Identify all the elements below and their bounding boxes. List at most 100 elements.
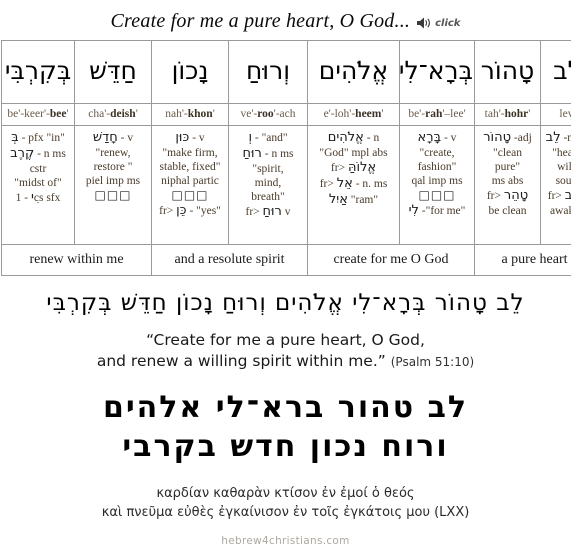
gloss-row: a pure heartcreate for me O Godand a res… — [2, 245, 571, 276]
parsing-annotation: - pfx "in" — [22, 132, 65, 144]
parsing-lines: כּוּן - v"make firm,stable, fixed"niphal… — [154, 130, 226, 219]
greek-line-1: καρδίαν καθαρὰν κτίσον ἐν ἐμοί ὁ θεός — [0, 485, 571, 504]
hebrew-word-cell[interactable]: בְּקִרְבִּי — [2, 41, 75, 104]
parsing-line: fr> לָבַב — [543, 188, 571, 204]
hebrew-word-cell[interactable]: לֵב — [541, 41, 571, 104]
hebrew-verse-pointed: לֵב טָהוֹר בְּרָא־לִי אֱלֹהִים וְרוּחַ נ… — [0, 276, 571, 320]
parsing-cell: לֵב -n ms"heart,will,soul"fr> לָבַבawake… — [541, 126, 571, 245]
transliteration-cell: e'-loh'-heem' — [308, 104, 400, 126]
hebrew-word-cell[interactable]: וְרוּחַ — [229, 41, 308, 104]
hebrew-big-line-2: ורוח נכון חדש בקרבי — [0, 427, 571, 467]
transliteration-cell: nah'-khon' — [152, 104, 229, 126]
parsing-cell: כּוּן - v"make firm,stable, fixed"niphal… — [152, 126, 229, 245]
parsing-line: pure" — [477, 160, 538, 174]
translit-prefix: nah'- — [165, 108, 188, 120]
gloss-cell: renew within me — [2, 245, 152, 276]
parsing-lines: אֱלֹהִים - n"God" mpl absfr> אֱלוֹהַּfr>… — [310, 130, 397, 207]
scripture-reference: (Psalm 51:10) — [391, 355, 474, 369]
parsing-annotation: - n — [367, 132, 379, 144]
translit-stress: deish — [110, 108, 136, 120]
parsing-lines: בָּרָא - v"create,fashion"qal imp ms□□□ל… — [402, 130, 472, 219]
parsing-line: וְ - "and" — [231, 130, 305, 146]
transliteration-row: lev'tah'-hohr'be'-rah'–lee'e'-loh'-heem'… — [2, 104, 571, 126]
parsing-line: "midst of" — [4, 176, 72, 190]
parsing-line: cstr — [4, 162, 72, 176]
parsing-line: □□□ — [77, 188, 149, 203]
site-footer: hebrew4christians.com — [0, 523, 571, 547]
parsing-annotation: - v — [121, 132, 133, 144]
missing-glyph-boxes: □□□ — [94, 188, 131, 202]
translit-prefix: be'-keer'- — [7, 108, 49, 120]
parsing-line: □□□ — [154, 188, 226, 203]
parsing-hebrew-form: וְ — [248, 130, 252, 145]
parsing-line: piel imp ms — [77, 174, 149, 188]
missing-glyph-boxes: □□□ — [418, 188, 455, 202]
parsing-line: בְּ - pfx "in" — [4, 130, 72, 146]
greek-septuagint-text: καρδίαν καθαρὰν κτίσον ἐν ἐμοί ὁ θεός κα… — [0, 473, 571, 523]
translit-suffix: ' — [66, 108, 68, 120]
hebrew-word-cell[interactable]: טָהוֹר — [475, 41, 541, 104]
parsing-hebrew-form: כֵּן — [176, 203, 186, 218]
parsing-hebrew-form: טָהוֹר — [483, 130, 511, 145]
translit-suffix: '–lee' — [442, 108, 465, 120]
parsing-line: לֵב -n ms — [543, 130, 571, 146]
translit-suffix: ' — [381, 108, 383, 120]
hebrew-word-row: לֵבטָהוֹרבְּרָא־לִיאֱלֹהִיםוְרוּחַנָכוֹן… — [2, 41, 571, 104]
transliteration-cell: be'-rah'–lee' — [400, 104, 475, 126]
parsing-line: חָדַשׁ - v — [77, 130, 149, 146]
parsing-line: qal imp ms — [402, 174, 472, 188]
translit-stress: heem — [355, 108, 381, 120]
parsing-from-marker: fr> — [245, 206, 259, 218]
hebrew-word-cell[interactable]: נָכוֹן — [152, 41, 229, 104]
translit-suffix: ' — [136, 108, 138, 120]
parsing-annotation: - n. ms — [356, 178, 388, 190]
hebrew-word-cell[interactable]: בְּרָא־לִי — [400, 41, 475, 104]
parsing-hebrew-form: רוּחַ — [243, 146, 262, 161]
parsing-line: awaken — [543, 204, 571, 218]
parsing-line: קֶרֶב - n ms — [4, 146, 72, 162]
parsing-line: בָּרָא - v — [402, 130, 472, 146]
word-parsing-table: לֵבטָהוֹרבְּרָא־לִיאֱלֹהִיםוְרוּחַנָכוֹן… — [1, 40, 571, 276]
parsing-line: "heart, — [543, 146, 571, 160]
english-line-2: and renew a willing spirit within me.” — [97, 352, 386, 370]
parsing-cell: חָדַשׁ - v"renew,restore "piel imp ms□□□ — [75, 126, 152, 245]
parsing-line: "renew, — [77, 146, 149, 160]
parsing-hebrew-form: חָדַשׁ — [93, 130, 118, 145]
parsing-cell: אֱלֹהִים - n"God" mpl absfr> אֱלוֹהַּfr>… — [308, 126, 400, 245]
click-label: click — [435, 18, 460, 29]
parsing-annotation: -n ms — [563, 132, 571, 144]
parsing-hebrew-form: אֵל — [337, 176, 353, 191]
parsing-line: טָהוֹר -adj — [477, 130, 538, 146]
parsing-line: niphal partic — [154, 174, 226, 188]
transliteration-cell: cha'-deish' — [75, 104, 152, 126]
parsing-line: fr> רוּחַ v — [231, 204, 305, 220]
audio-play-control[interactable]: click — [416, 16, 460, 30]
parsing-line: □□□ — [402, 188, 472, 203]
transliteration-cell: lev' — [541, 104, 571, 126]
parsing-annotation: - v — [192, 132, 204, 144]
translit-stress: rah — [425, 108, 442, 120]
parsing-cell: בְּ - pfx "in"קֶרֶב - n mscstr"midst of"… — [2, 126, 75, 245]
translit-stress: roo — [257, 108, 273, 120]
english-translation: “Create for me a pure heart, O God, and … — [0, 320, 571, 374]
speaker-icon[interactable] — [416, 16, 432, 30]
translit-prefix: cha'- — [88, 108, 110, 120]
parsing-lines: לֵב -n ms"heart,will,soul"fr> לָבַבawake… — [543, 130, 571, 218]
parsing-line: breath" — [231, 190, 305, 204]
translit-suffix: ' — [528, 108, 530, 120]
parsing-line: stable, fixed" — [154, 160, 226, 174]
translit-prefix: tah'- — [485, 108, 505, 120]
translit-suffix: '-ach — [274, 108, 296, 120]
parsing-hebrew-form: לִי — [409, 203, 419, 218]
parsing-line: soul" — [543, 174, 571, 188]
english-line-2-wrap: and renew a willing spirit within me.” (… — [0, 351, 571, 372]
parsing-line: fr> אֱלוֹהַּ — [310, 160, 397, 176]
parsing-lines: בְּ - pfx "in"קֶרֶב - n mscstr"midst of"… — [4, 130, 72, 206]
translit-prefix: e'-loh'- — [324, 108, 356, 120]
hebrew-word-cell[interactable]: אֱלֹהִים — [308, 41, 400, 104]
gloss-cell: and a resolute spirit — [152, 245, 308, 276]
parsing-line: אַיִל "ram" — [310, 192, 397, 208]
hebrew-word-cell[interactable]: חַדֵּשׁ — [75, 41, 152, 104]
missing-glyph-boxes: □□□ — [171, 188, 208, 202]
gloss-cell: a pure heart — [475, 245, 571, 276]
